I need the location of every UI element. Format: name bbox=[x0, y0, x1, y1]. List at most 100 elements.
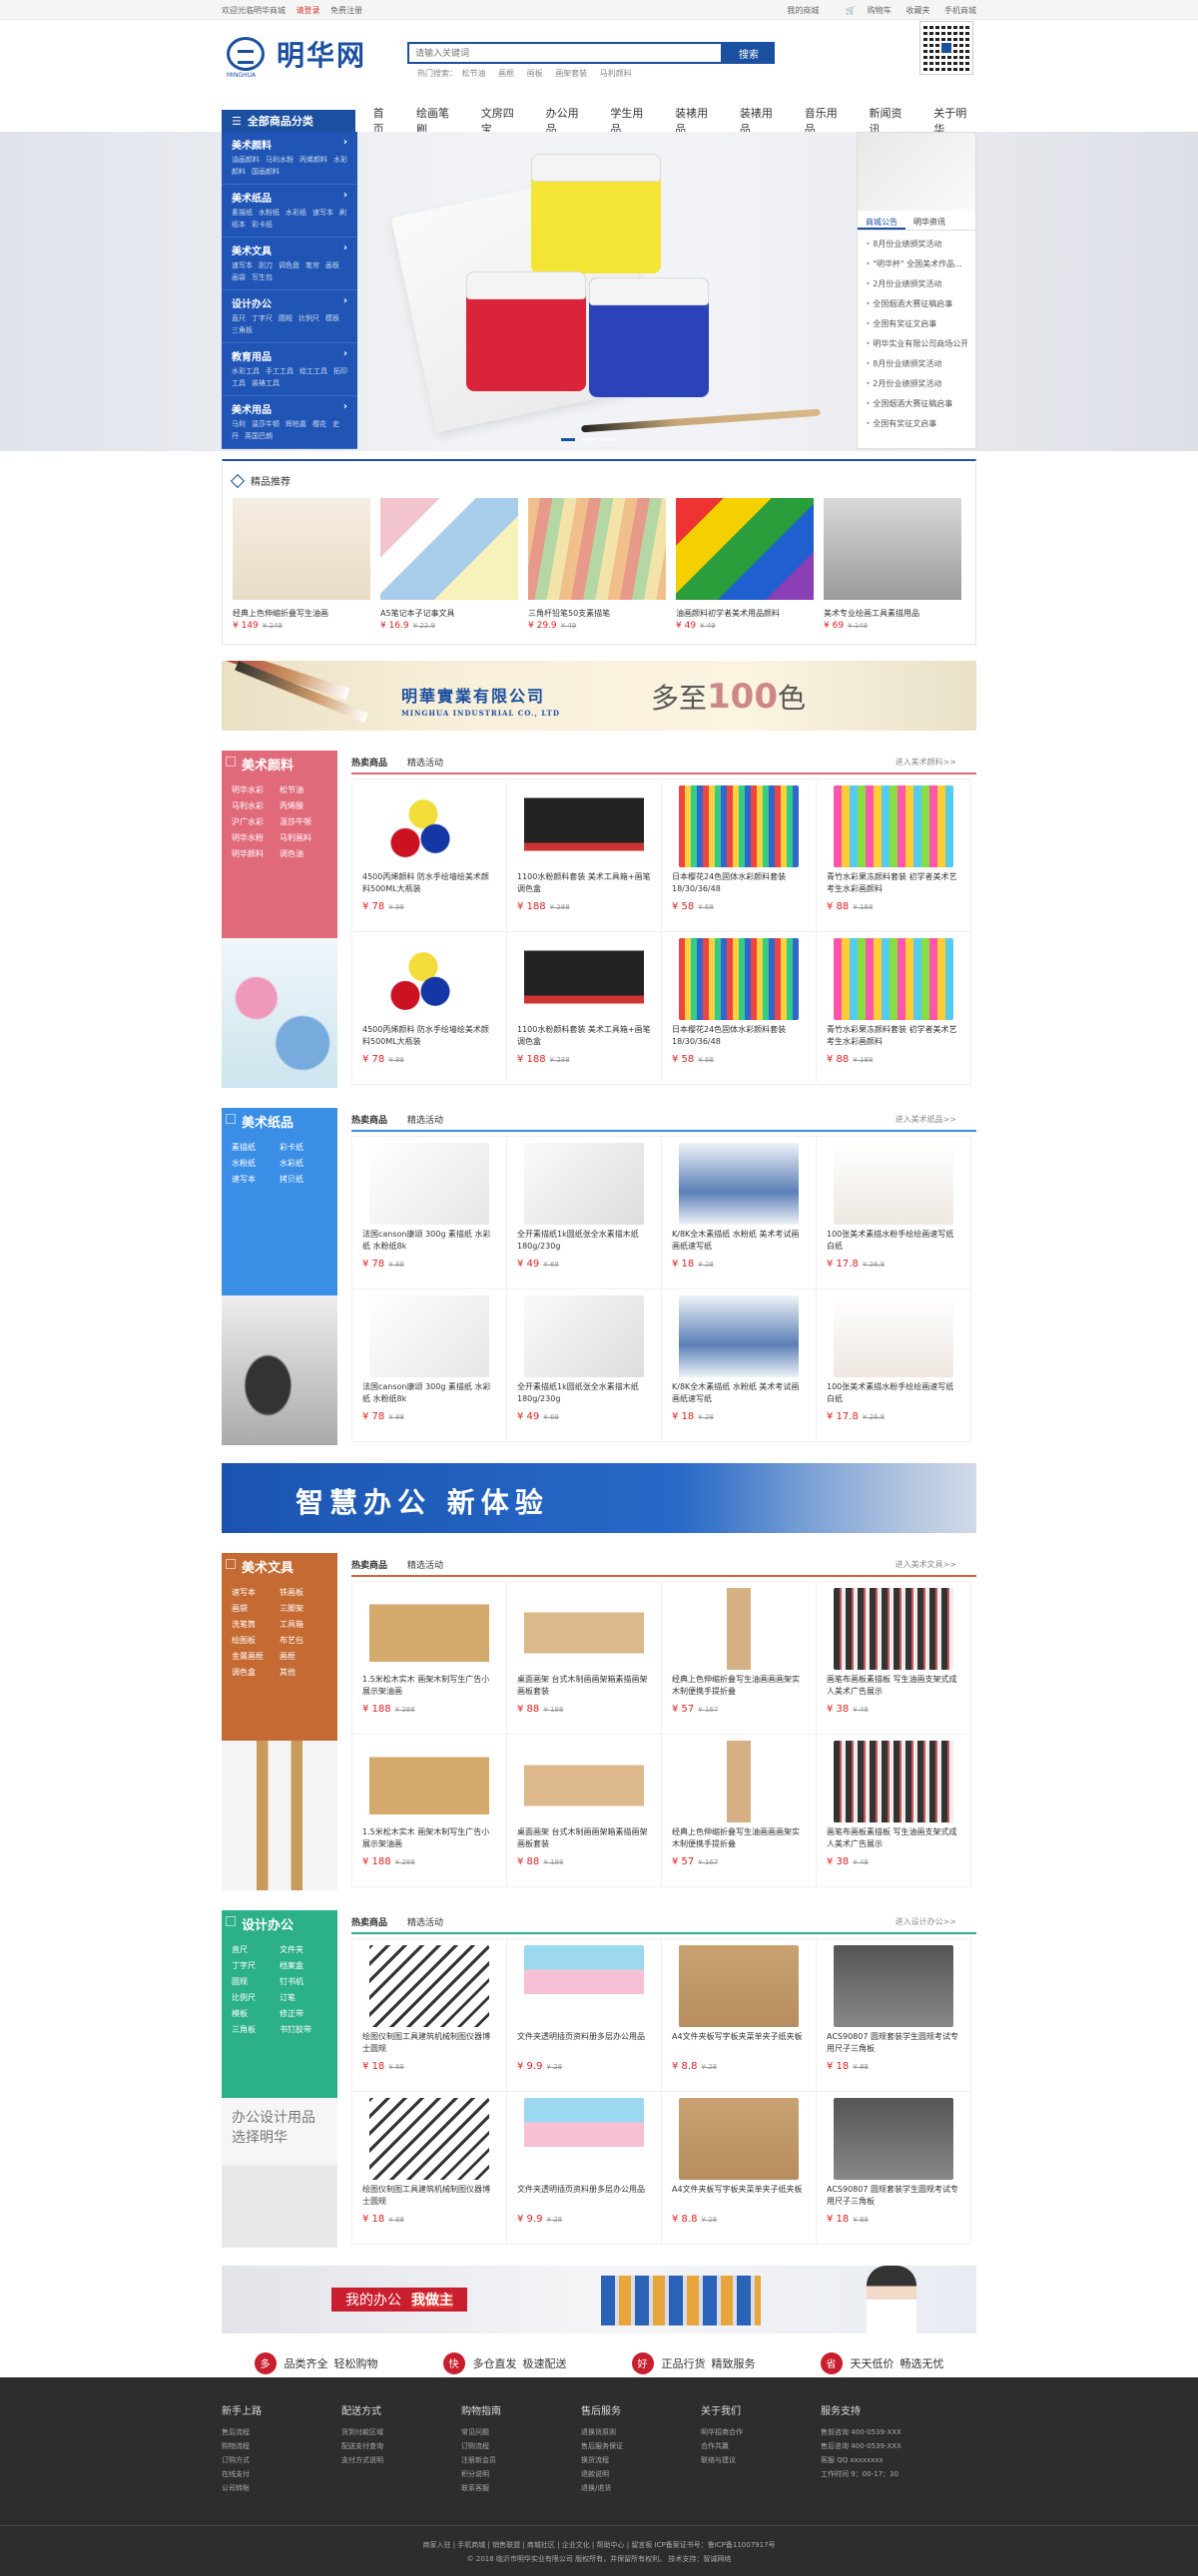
product-image[interactable] bbox=[369, 2098, 489, 2180]
product-name[interactable]: 1.5米松木实木 画架木制写生广告小展示架油画 bbox=[362, 1826, 496, 1850]
product-name[interactable]: 画笔布画板素描板 写生油画支架式成人美术广告展示 bbox=[827, 1674, 960, 1698]
product-name[interactable]: 4500丙烯颜料 防水手绘墙绘美术颜料500ML大瓶装 bbox=[362, 1024, 496, 1048]
category-sub-link[interactable]: 彩卡纸 bbox=[252, 221, 273, 229]
footer-link[interactable]: 常见问题 bbox=[461, 2425, 581, 2439]
floor-link[interactable]: 金属画框 bbox=[232, 1649, 280, 1665]
floor-link[interactable]: 温莎牛顿 bbox=[280, 814, 327, 830]
product-card[interactable]: 1100水粉颜料套装 美术工具箱+画笔调色盒 ¥ 188 ¥ 288 bbox=[506, 931, 662, 1085]
footer-link[interactable]: 配送支付查询 bbox=[341, 2439, 461, 2453]
product-name[interactable]: 1100水粉颜料套装 美术工具箱+画笔调色盒 bbox=[517, 1024, 651, 1048]
category-sub-link[interactable]: 调色盘 bbox=[279, 261, 300, 269]
product-name[interactable]: 经典上色伸缩折叠写生油画画画架实木制便携手提折叠 bbox=[672, 1826, 806, 1850]
footer-link[interactable]: 合作共赢 bbox=[701, 2439, 821, 2453]
product-card[interactable]: 4500丙烯颜料 防水手绘墙绘美术颜料500ML大瓶装 ¥ 78 ¥ 98 bbox=[351, 931, 507, 1085]
cart-link[interactable]: 🛒 购物车 bbox=[834, 6, 892, 15]
product-image[interactable] bbox=[369, 1588, 489, 1670]
category-group[interactable]: 美术纸品 › 素描纸 水粉纸 水彩纸 速写本 刷纸本 彩卡纸 bbox=[222, 185, 357, 238]
tab-featured-events[interactable]: 精选活动 bbox=[407, 1558, 443, 1571]
category-sub-link[interactable]: 樱花 bbox=[312, 420, 326, 428]
product-card[interactable]: 全开素描纸1k圆纸张全水素描木纸180g/230g ¥ 49 ¥ 69 bbox=[506, 1288, 662, 1442]
product-name[interactable]: 青竹水彩果冻颜料套装 初学者美术艺考生水彩画颜料 bbox=[827, 871, 960, 895]
floor-link[interactable]: 模板 bbox=[232, 2006, 280, 2022]
floor-more-link[interactable]: 进入设计办公>> bbox=[896, 1916, 956, 1927]
tab-hot-products[interactable]: 热卖商品 bbox=[351, 756, 387, 769]
category-group[interactable]: 美术用品 › 马利 温莎牛顿 辉柏嘉 樱花 史丹 英国巴朗 bbox=[222, 396, 357, 449]
product-name[interactable]: 美术专业绘画工具素描用品 bbox=[824, 608, 961, 619]
product-name[interactable]: 日本樱花24色固体水彩颜料套装 18/30/36/48 bbox=[672, 1024, 806, 1048]
product-image[interactable] bbox=[834, 2098, 953, 2180]
floor-link[interactable]: 速写本 bbox=[232, 1585, 280, 1601]
product-card[interactable]: 经典上色伸缩折叠写生油画画画架实木制便携手提折叠 ¥ 57 ¥ 167 bbox=[661, 1734, 817, 1887]
product-card[interactable]: ACS90807 圆规套装学生圆规考试专用尺子三角板 ¥ 18 ¥ 88 bbox=[816, 1938, 971, 2092]
product-name[interactable]: 法国canson康颂 300g 素描纸 水彩纸 水粉纸8k bbox=[362, 1381, 496, 1405]
product-image[interactable] bbox=[679, 2098, 799, 2180]
product-name[interactable]: 桌面画架 台式木制画画架箱素描画架画板套装 bbox=[517, 1674, 651, 1698]
product-name[interactable]: 1100水粉颜料套装 美术工具箱+画笔调色盒 bbox=[517, 871, 651, 895]
product-name[interactable]: 三角杆铅笔50支素描笔 bbox=[528, 608, 666, 619]
tab-featured-events[interactable]: 精选活动 bbox=[407, 756, 443, 769]
floor-link[interactable]: 书钉胶带 bbox=[280, 2022, 327, 2038]
banner-dot[interactable] bbox=[581, 438, 595, 441]
hot-word[interactable]: 画框 bbox=[498, 69, 514, 78]
recommend-item[interactable]: A5笔记本子记事文具 ¥ 16.9 ¥ 22.9 bbox=[380, 498, 518, 631]
category-sub-link[interactable]: 刮刀 bbox=[259, 261, 273, 269]
category-sub-link[interactable]: 马利水粉 bbox=[266, 156, 294, 164]
product-name[interactable]: A5笔记本子记事文具 bbox=[380, 608, 518, 619]
floor-link[interactable]: 拷贝纸 bbox=[280, 1172, 327, 1188]
floor-more-link[interactable]: 进入美术文具>> bbox=[896, 1559, 956, 1570]
product-name[interactable]: ACS90807 圆规套装学生圆规考试专用尺子三角板 bbox=[827, 2184, 960, 2208]
product-image[interactable] bbox=[834, 1295, 953, 1377]
product-card[interactable]: 画笔布画板素描板 写生油画支架式成人美术广告展示 ¥ 38 ¥ 48 bbox=[816, 1581, 971, 1735]
floor-link[interactable]: 文件夹 bbox=[280, 1942, 327, 1958]
product-name[interactable]: K/8K全木素描纸 水粉纸 美术考试画画纸速写纸 bbox=[672, 1381, 806, 1405]
product-name[interactable]: 100张美术素描水粉手绘绘画速写纸白纸 bbox=[827, 1381, 960, 1405]
footer-link[interactable]: 售后咨询 400-0539-XXX bbox=[821, 2439, 940, 2453]
category-group[interactable]: 美术文具 › 速写本 刮刀 调色盘 笔帘 画板画袋 写生包 bbox=[222, 238, 357, 290]
product-card[interactable]: 桌面画架 台式木制画画架箱素描画架画板套装 ¥ 88 ¥ 198 bbox=[506, 1734, 662, 1887]
floor-link[interactable]: 沪广水彩 bbox=[232, 814, 280, 830]
floor-link[interactable]: 工具箱 bbox=[280, 1617, 327, 1633]
product-card[interactable]: ACS90807 圆规套装学生圆规考试专用尺子三角板 ¥ 18 ¥ 88 bbox=[816, 2091, 971, 2245]
floor-link[interactable]: 三角板 bbox=[232, 2022, 280, 2038]
footer-link[interactable]: 支付方式说明 bbox=[341, 2453, 461, 2467]
product-card[interactable]: 青竹水彩果冻颜料套装 初学者美术艺考生水彩画颜料 ¥ 88 ¥ 188 bbox=[816, 931, 971, 1085]
product-name[interactable]: A4文件夹板写字板夹菜单夹子纸夹板 bbox=[672, 2184, 806, 2208]
product-image[interactable] bbox=[679, 938, 799, 1020]
category-sub-link[interactable]: 国画颜料 bbox=[252, 168, 280, 176]
footer-link[interactable]: 明华招商合作 bbox=[701, 2425, 821, 2439]
category-sub-link[interactable]: 直尺 bbox=[232, 314, 246, 322]
category-sub-link[interactable]: 画板 bbox=[325, 261, 339, 269]
product-name[interactable]: 文件夹透明插页资料册多层办公用品 bbox=[517, 2031, 651, 2055]
mobile-mall-link[interactable]: 手机商城 bbox=[944, 6, 976, 15]
category-sub-link[interactable]: 素描纸 bbox=[232, 209, 253, 217]
product-image[interactable] bbox=[524, 1588, 644, 1670]
notice-item[interactable]: 8月份业绩颁奖活动 bbox=[866, 354, 967, 374]
category-sub-link[interactable]: 装裱工具 bbox=[252, 379, 280, 387]
product-image[interactable] bbox=[679, 1741, 799, 1822]
product-image[interactable] bbox=[524, 938, 644, 1020]
notice-item[interactable]: "明华杯" 全国美术作品... bbox=[866, 255, 967, 274]
product-image[interactable] bbox=[834, 1741, 953, 1822]
product-image[interactable] bbox=[824, 498, 961, 600]
product-card[interactable]: 绘图仪制图工具建筑机械制图仪器博士圆规 ¥ 18 ¥ 88 bbox=[351, 1938, 507, 2092]
category-sub-link[interactable]: 绘工工具 bbox=[300, 367, 327, 375]
product-image[interactable] bbox=[834, 785, 953, 867]
floor-promo-image[interactable] bbox=[222, 1741, 337, 1890]
product-card[interactable]: 4500丙烯颜料 防水手绘墙绘美术颜料500ML大瓶装 ¥ 78 ¥ 98 bbox=[351, 778, 507, 932]
recommend-item[interactable]: 三角杆铅笔50支素描笔 ¥ 29.9 ¥ 49 bbox=[528, 498, 666, 631]
category-title[interactable]: 设计办公 bbox=[232, 295, 272, 310]
footer-link[interactable]: 售后服务保证 bbox=[581, 2439, 701, 2453]
product-card[interactable]: 1.5米松木实木 画架木制写生广告小展示架油画 ¥ 188 ¥ 298 bbox=[351, 1734, 507, 1887]
product-card[interactable]: 法国canson康颂 300g 素描纸 水彩纸 水粉纸8k ¥ 78 ¥ 88 bbox=[351, 1288, 507, 1442]
product-image[interactable] bbox=[834, 1588, 953, 1670]
floor-link[interactable]: 布艺包 bbox=[280, 1633, 327, 1649]
floor-more-link[interactable]: 进入美术颜料>> bbox=[896, 757, 956, 768]
tab-hot-products[interactable]: 热卖商品 bbox=[351, 1113, 387, 1126]
footer-link[interactable]: 退换货原则 bbox=[581, 2425, 701, 2439]
category-title[interactable]: 美术颜料 bbox=[232, 137, 272, 152]
floor-link[interactable]: 调色盒 bbox=[232, 1665, 280, 1681]
banner-dot[interactable] bbox=[601, 438, 615, 441]
product-name[interactable]: 全开素描纸1k圆纸张全水素描木纸180g/230g bbox=[517, 1381, 651, 1405]
product-image[interactable] bbox=[524, 1945, 644, 2027]
footer-links[interactable]: 商家入驻 | 手机商城 | 销售联盟 | 商城社区 | 企业文化 | 帮助中心 … bbox=[0, 2538, 1198, 2552]
